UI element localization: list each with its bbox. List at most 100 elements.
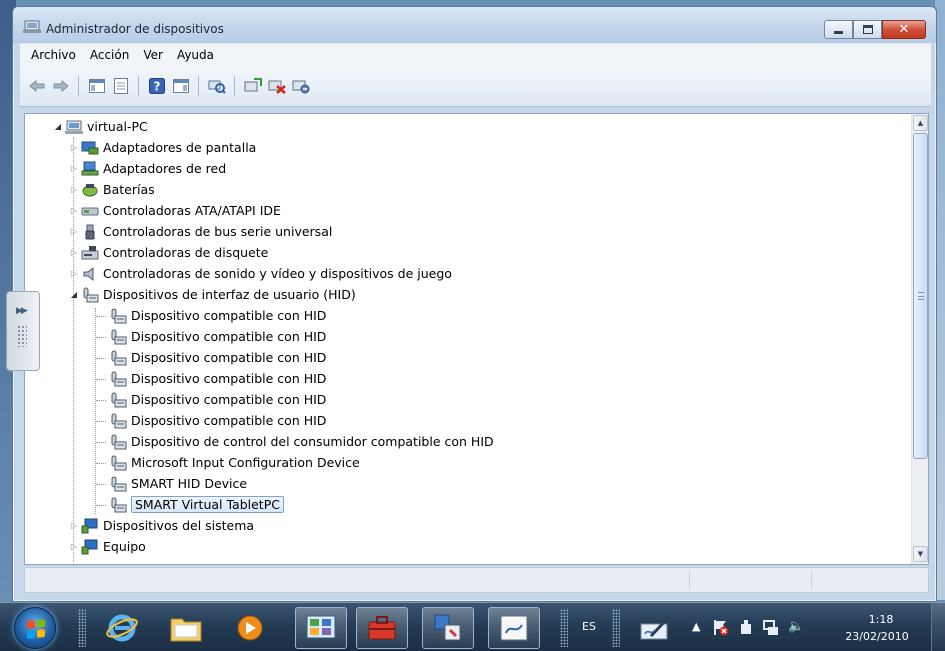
hid-icon xyxy=(111,350,127,365)
show-hidden-icons-icon[interactable]: ▲ xyxy=(692,620,700,633)
device-label: Dispositivo compatible con HID xyxy=(131,413,327,428)
tree-device-item[interactable]: Dispositivo compatible con HID xyxy=(109,389,326,410)
category-label: Controladoras de bus serie universal xyxy=(103,224,333,239)
expand-icon[interactable]: ▷ xyxy=(69,164,79,174)
tree-category[interactable]: ▷ Controladoras de disquete xyxy=(69,242,268,263)
show-desktop-button[interactable] xyxy=(931,603,945,651)
collapse-icon[interactable]: ◢ xyxy=(53,122,63,132)
device-label: Dispositivo compatible con HID xyxy=(131,350,327,365)
taskbar-grip[interactable] xyxy=(612,609,620,647)
back-icon xyxy=(28,79,44,92)
expand-icon[interactable]: ▷ xyxy=(69,227,79,237)
tree-device-item[interactable]: Dispositivo compatible con HID xyxy=(109,368,326,389)
tree-device-item[interactable]: Dispositivo compatible con HID xyxy=(109,326,326,347)
expand-icon[interactable]: ▷ xyxy=(69,269,79,279)
tree-device-item[interactable]: Microsoft Input Configuration Device xyxy=(109,452,360,473)
tree-device-item[interactable]: Dispositivo compatible con HID xyxy=(109,347,326,368)
scroll-up-button[interactable]: ▲ xyxy=(913,115,928,131)
category-label: Controladoras ATA/ATAPI IDE xyxy=(103,203,281,218)
floppy-controller-icon xyxy=(81,245,99,259)
action-pane-button[interactable] xyxy=(170,75,191,96)
taskbar-grip[interactable] xyxy=(560,609,568,647)
scan-hardware-button[interactable] xyxy=(206,75,227,96)
volume-icon[interactable]: 🔈 xyxy=(788,619,804,634)
device-manager-taskbar-button[interactable] xyxy=(422,607,474,649)
collapse-icon[interactable]: ◢ xyxy=(69,290,79,300)
taskbar-grip[interactable] xyxy=(78,609,86,647)
clock-time[interactable]: 1:18 xyxy=(856,613,906,626)
properties-button[interactable] xyxy=(110,75,131,96)
uninstall-button[interactable] xyxy=(266,75,287,96)
expand-icon[interactable]: ▷ xyxy=(69,143,79,153)
scroll-thumb[interactable] xyxy=(913,133,928,459)
expand-icon[interactable]: ▷ xyxy=(69,185,79,195)
network-adapter-icon xyxy=(81,161,99,175)
start-button[interactable] xyxy=(14,607,56,649)
hid-icon xyxy=(111,392,127,407)
maximize-button[interactable] xyxy=(853,20,882,39)
snipping-tool-button[interactable] xyxy=(488,607,540,649)
pen-input-button[interactable] xyxy=(636,607,676,649)
tree-device-item[interactable]: SMART HID Device xyxy=(109,473,247,494)
tree-device-item[interactable]: Dispositivo compatible con HID xyxy=(109,410,326,431)
expand-icon[interactable]: ▷ xyxy=(69,521,79,531)
hid-icon xyxy=(111,371,127,386)
menu-ayuda[interactable]: Ayuda xyxy=(170,48,221,62)
tree-category[interactable]: ▷ Controladoras de bus serie universal xyxy=(69,221,332,242)
action-center-icon[interactable] xyxy=(712,619,730,636)
tree-device-item[interactable]: Dispositivo compatible con HID xyxy=(109,305,326,326)
tree-category[interactable]: ▷ Dispositivos del sistema xyxy=(69,515,254,536)
menu-bar: Archivo Acción Ver Ayuda xyxy=(20,43,931,65)
menu-ver[interactable]: Ver xyxy=(136,48,170,62)
update-driver-button[interactable] xyxy=(242,75,263,96)
tree-category[interactable]: ▷ Adaptadores de pantalla xyxy=(69,137,256,158)
tree-guide-line xyxy=(96,442,106,443)
console-tree-button[interactable] xyxy=(86,75,107,96)
back-button[interactable] xyxy=(26,75,47,96)
computer-icon xyxy=(81,539,98,554)
category-label: Dispositivos del sistema xyxy=(103,518,255,533)
expand-icon[interactable]: ▷ xyxy=(69,542,79,552)
expand-icon[interactable]: ▷ xyxy=(69,206,79,216)
menu-accion[interactable]: Acción xyxy=(83,48,136,62)
minimize-button[interactable] xyxy=(824,20,853,39)
tree-device-item[interactable]: Dispositivo de control del consumidor co… xyxy=(109,431,494,452)
network-icon[interactable] xyxy=(762,619,780,636)
title-bar[interactable]: Administrador de dispositivos ✕ xyxy=(13,7,936,43)
tree-category[interactable]: ▷ Adaptadores de red xyxy=(69,158,226,179)
status-divider xyxy=(811,571,812,589)
device-label: SMART Virtual TabletPC xyxy=(131,496,284,513)
expand-icon[interactable]: ▷ xyxy=(69,248,79,258)
toolbox-button[interactable] xyxy=(356,607,408,649)
scroll-down-button[interactable]: ▼ xyxy=(913,546,928,562)
tree-category-hid[interactable]: ◢ Dispositivos de interfaz de usuario (H… xyxy=(69,284,356,305)
clock-date[interactable]: 23/02/2010 xyxy=(838,630,916,643)
tree-device-item-selected[interactable]: SMART Virtual TabletPC xyxy=(109,494,284,515)
tree-category[interactable]: ▷ Controladoras ATA/ATAPI IDE xyxy=(69,200,281,221)
close-button[interactable]: ✕ xyxy=(882,20,926,39)
device-label: Microsoft Input Configuration Device xyxy=(131,455,360,470)
maximize-icon xyxy=(862,25,873,34)
tree-category[interactable]: ▷ Equipo xyxy=(69,536,146,557)
tree-category[interactable]: ▷ Baterías xyxy=(69,179,155,200)
display-adapter-icon xyxy=(81,141,99,154)
menu-archivo[interactable]: Archivo xyxy=(24,48,83,62)
help-button[interactable]: ? xyxy=(146,75,167,96)
tree-category[interactable]: ▷ Controladoras de sonido y vídeo y disp… xyxy=(69,263,452,284)
forward-button[interactable] xyxy=(50,75,71,96)
computer-icon xyxy=(65,120,83,134)
internet-explorer-button[interactable] xyxy=(96,607,148,649)
close-icon: ✕ xyxy=(898,22,910,37)
control-panel-button[interactable] xyxy=(295,607,347,649)
language-indicator[interactable]: ES xyxy=(582,620,596,633)
power-icon[interactable] xyxy=(738,619,754,636)
vertical-scrollbar[interactable]: ▲ ▼ xyxy=(911,114,928,564)
tree-root[interactable]: ◢ virtual-PC xyxy=(53,116,148,137)
disable-button[interactable] xyxy=(290,75,311,96)
media-player-button[interactable] xyxy=(224,607,276,649)
explorer-button[interactable] xyxy=(160,607,212,649)
device-manager-icon xyxy=(434,614,461,641)
side-dock-panel[interactable]: ▶▶ xyxy=(6,291,40,371)
device-tree[interactable]: ◢ virtual-PC ▷ Adaptadores de pantalla ▷… xyxy=(25,114,911,564)
grip-icon xyxy=(918,292,924,300)
